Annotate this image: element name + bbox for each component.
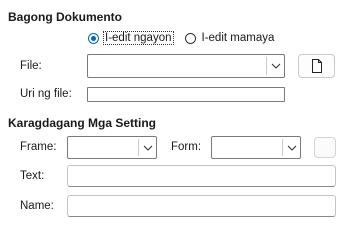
file-label: File: (20, 60, 42, 72)
form-dropdown-button[interactable] (283, 137, 300, 158)
file-select[interactable] (87, 54, 285, 78)
edit-later-radio-label[interactable]: I-edit mamaya (201, 32, 276, 44)
edit-now-radio[interactable]: I-edit ngayon (88, 31, 174, 45)
name-input[interactable] (67, 195, 336, 217)
chevron-down-icon (287, 145, 296, 151)
file-dropdown-button[interactable] (267, 55, 284, 77)
name-label: Name: (20, 200, 54, 212)
chevron-down-icon (143, 145, 152, 151)
edit-now-radio-indicator[interactable] (88, 32, 99, 44)
edit-now-radio-label[interactable]: I-edit ngayon (103, 31, 174, 45)
text-input[interactable] (67, 165, 336, 187)
form-select[interactable] (211, 136, 301, 159)
file-type-label: Uri ng file: (20, 88, 72, 100)
form-extra-button[interactable] (314, 137, 336, 158)
edit-later-radio[interactable]: I-edit mamaya (184, 32, 276, 44)
form-label: Form: (171, 141, 202, 153)
text-label: Text: (20, 170, 45, 182)
document-icon (311, 59, 322, 73)
edit-later-radio-indicator[interactable] (184, 32, 196, 44)
new-document-section-title: Bagong Dokumento (8, 10, 122, 24)
radio-selected-dot (91, 35, 96, 41)
additional-settings-section-title: Karagdagang Mga Setting (8, 116, 157, 130)
file-browse-button[interactable] (298, 54, 335, 78)
edit-mode-radio-group: I-edit ngayon I-edit mamaya (88, 31, 276, 45)
chevron-down-icon (271, 63, 280, 69)
file-type-field[interactable] (87, 87, 285, 102)
frame-dropdown-button[interactable] (139, 137, 156, 158)
frame-label: Frame: (20, 141, 57, 153)
frame-select[interactable] (67, 136, 157, 159)
